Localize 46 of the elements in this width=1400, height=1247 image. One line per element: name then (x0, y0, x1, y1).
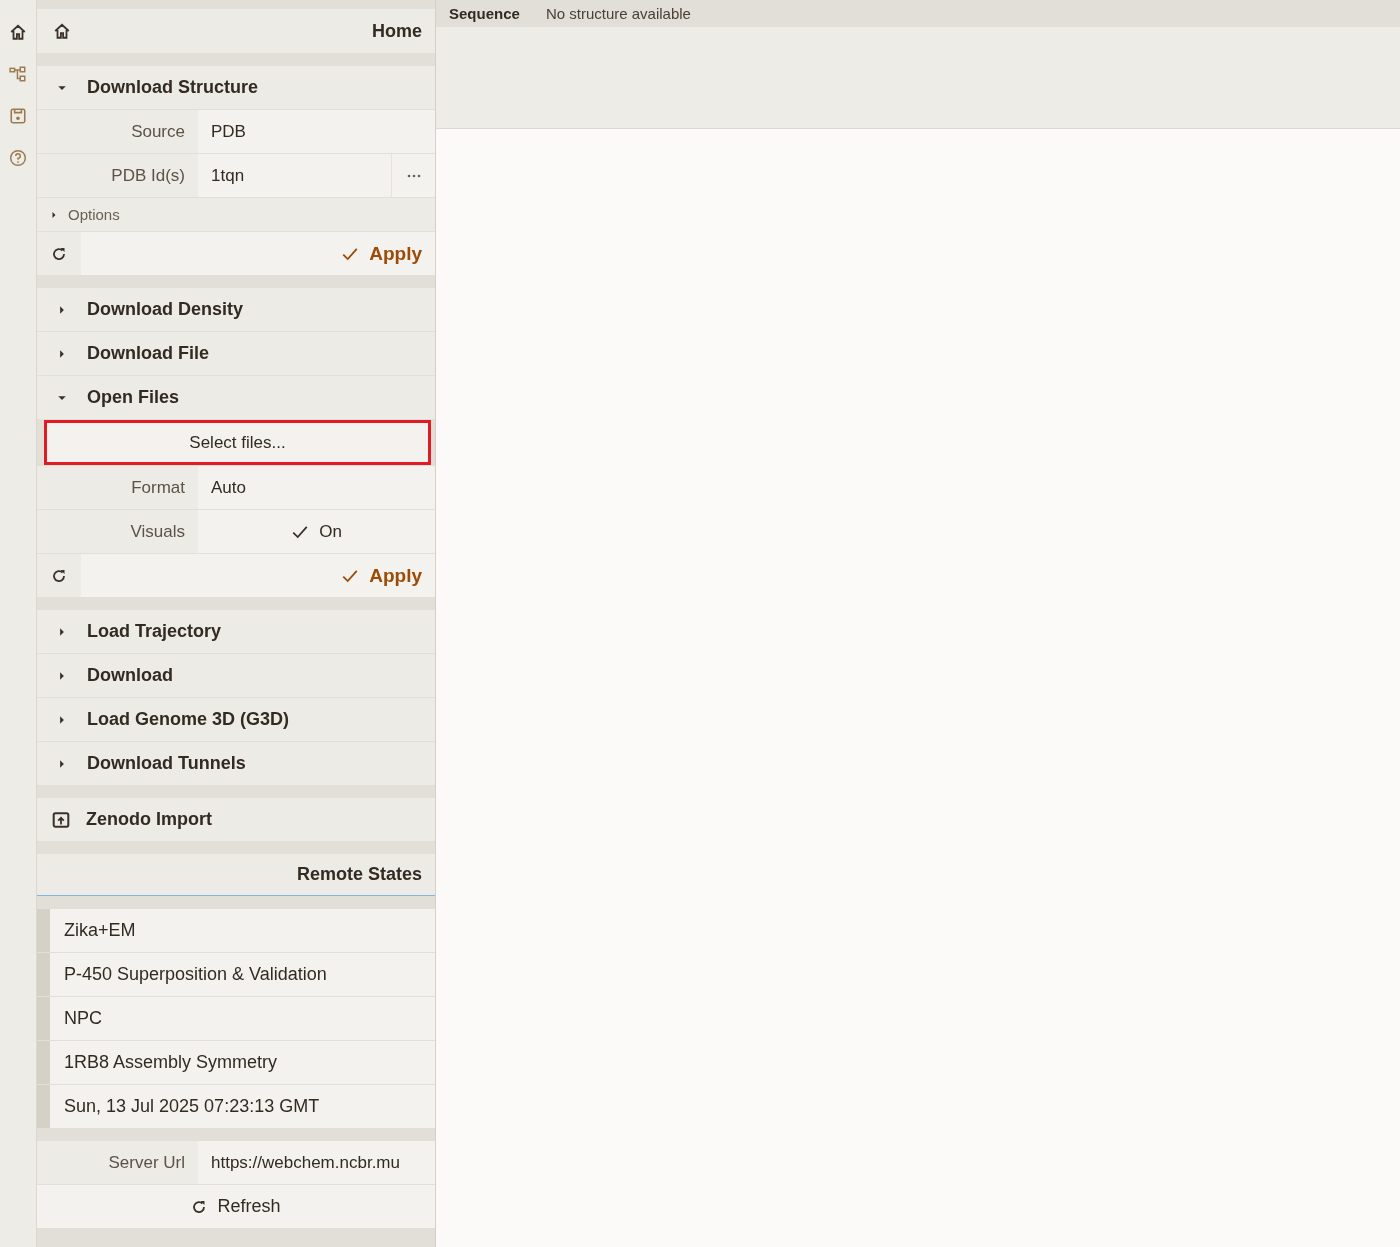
field-label: Source (130, 120, 186, 143)
input-field[interactable]: 1tqn (198, 154, 391, 197)
caret-icon (50, 210, 58, 219)
help-icon[interactable] (9, 149, 27, 167)
select-field[interactable]: PDB (198, 110, 435, 153)
field-label: Format (130, 476, 186, 499)
refresh-button[interactable] (37, 232, 81, 275)
refresh-icon (51, 567, 67, 584)
apply-button[interactable]: Apply (81, 232, 435, 275)
section-header[interactable]: Load Trajectory (37, 610, 435, 653)
sequence-message: No structure available (545, 5, 691, 22)
section-header[interactable]: Download Tunnels (37, 742, 435, 785)
refresh-button[interactable]: Refresh (37, 1185, 435, 1228)
options-toggle[interactable]: Options (37, 198, 435, 231)
more-icon (406, 173, 421, 178)
remote-state-item[interactable]: 1RB8 Assembly Symmetry (37, 1041, 435, 1084)
field-label: PDB Id(s) (110, 164, 186, 187)
panel-title: Home (372, 20, 422, 42)
refresh-button[interactable] (37, 554, 81, 597)
tree-icon[interactable] (9, 65, 27, 83)
select-files-button[interactable]: Select files... (44, 420, 431, 465)
apply-button[interactable]: Apply (81, 554, 435, 597)
section-header[interactable]: Load Genome 3D (G3D) (37, 698, 435, 741)
section-header[interactable]: Download (37, 654, 435, 697)
select-field[interactable]: Auto (198, 466, 435, 509)
field-label: Server Url (107, 1151, 186, 1174)
section-header[interactable]: Zenodo Import (37, 798, 435, 841)
remote-state-item[interactable]: P-450 Superposition & Validation (37, 953, 435, 996)
remote-state-item[interactable]: NPC (37, 997, 435, 1040)
field-label: Visuals (129, 520, 186, 543)
sequence-label: Sequence (449, 5, 520, 22)
toggle-button[interactable]: On (198, 510, 435, 553)
home-icon[interactable] (53, 22, 71, 40)
remote-state-item[interactable]: Sun, 13 Jul 2025 07:23:13 GMT (37, 1085, 435, 1128)
remote-state-item[interactable]: Zika+EM (37, 909, 435, 952)
section-header[interactable]: Download Density (37, 288, 435, 331)
home-icon[interactable] (9, 23, 27, 41)
refresh-icon (191, 1198, 208, 1215)
section-header[interactable]: Download File (37, 332, 435, 375)
upload-icon (52, 810, 70, 829)
section-heading: Remote States (37, 854, 435, 896)
save-icon[interactable] (9, 107, 27, 125)
input-field[interactable]: https://webchem.ncbr.mu (198, 1141, 435, 1184)
section-header[interactable]: Open Files (37, 376, 435, 419)
section-header[interactable]: Download Structure (37, 66, 435, 109)
refresh-icon (51, 245, 67, 262)
